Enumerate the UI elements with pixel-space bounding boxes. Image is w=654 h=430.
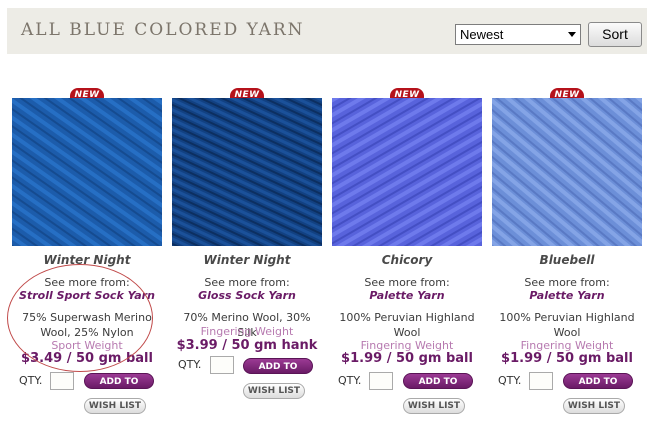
- fiber-content: 100% Peruvian Highland Wool: [339, 311, 475, 339]
- fiber-content: 75% Superwash Merino Wool, 25% Nylon: [22, 311, 152, 339]
- product-price: $3.99 / 50 gm hank: [176, 338, 318, 353]
- yarn-line-link[interactable]: Palette Yarn: [492, 289, 642, 302]
- product-name[interactable]: Winter Night: [172, 253, 322, 267]
- product-image[interactable]: [12, 98, 162, 246]
- product-name[interactable]: Chicory: [332, 253, 482, 267]
- sort-button[interactable]: Sort: [588, 22, 642, 47]
- see-more-label: See more from:: [44, 276, 130, 289]
- yarn-weight: Fingering Weight: [200, 325, 294, 338]
- yarn-line-link[interactable]: Gloss Sock Yarn: [172, 289, 322, 302]
- see-more-label: See more from:: [204, 276, 290, 289]
- add-to-cart-button[interactable]: ADD TO CART: [84, 373, 154, 403]
- add-to-cart-button[interactable]: ADD TO CART: [403, 373, 473, 403]
- qty-label: QTY.: [338, 374, 362, 387]
- product-name[interactable]: Winter Night: [12, 253, 162, 267]
- product-image[interactable]: [172, 98, 322, 246]
- sort-select[interactable]: Newest: [455, 24, 581, 45]
- wish-list-button[interactable]: WISH LIST: [403, 398, 465, 414]
- product-card: NEW Bluebell See more from: Palette Yarn…: [492, 86, 642, 426]
- quantity-input[interactable]: [50, 372, 74, 390]
- product-price: $1.99 / 50 gm ball: [501, 351, 633, 366]
- add-to-cart-button[interactable]: ADD TO CART: [563, 373, 633, 403]
- wish-list-button[interactable]: WISH LIST: [84, 398, 146, 414]
- quantity-input[interactable]: [210, 356, 234, 374]
- fiber-content: 100% Peruvian Highland Wool: [499, 311, 635, 339]
- quantity-input[interactable]: [369, 372, 393, 390]
- see-more-label: See more from:: [364, 276, 450, 289]
- yarn-swatch-image: [12, 98, 162, 246]
- product-name[interactable]: Bluebell: [492, 253, 642, 267]
- yarn-swatch-image: [492, 98, 642, 246]
- qty-label: QTY.: [19, 374, 43, 387]
- sort-selected-value: Newest: [460, 27, 504, 42]
- product-image[interactable]: [492, 98, 642, 246]
- wish-list-button[interactable]: WISH LIST: [563, 398, 625, 414]
- header-bar: ALL BLUE COLORED YARN Newest Sort: [7, 8, 647, 54]
- product-card: NEW Chicory See more from: Palette Yarn …: [332, 86, 482, 426]
- yarn-line-link[interactable]: Palette Yarn: [332, 289, 482, 302]
- quantity-input[interactable]: [529, 372, 553, 390]
- product-price: $1.99 / 50 gm ball: [341, 351, 473, 366]
- wish-list-button[interactable]: WISH LIST: [243, 383, 305, 399]
- yarn-swatch-image: [172, 98, 322, 246]
- product-card: NEW Winter Night See more from: Gloss So…: [172, 86, 322, 426]
- yarn-line-link[interactable]: Stroll Sport Sock Yarn: [12, 289, 162, 302]
- product-card: NEW Winter Night See more from: Stroll S…: [12, 86, 162, 426]
- qty-label: QTY.: [178, 358, 202, 371]
- see-more-label: See more from:: [524, 276, 610, 289]
- add-to-cart-button[interactable]: ADD TO CART: [243, 358, 313, 388]
- product-image[interactable]: [332, 98, 482, 246]
- page-title: ALL BLUE COLORED YARN: [21, 20, 305, 40]
- chevron-down-icon: [568, 32, 576, 37]
- product-price: $3.49 / 50 gm ball: [21, 351, 153, 366]
- qty-label: QTY.: [498, 374, 522, 387]
- yarn-swatch-image: [332, 98, 482, 246]
